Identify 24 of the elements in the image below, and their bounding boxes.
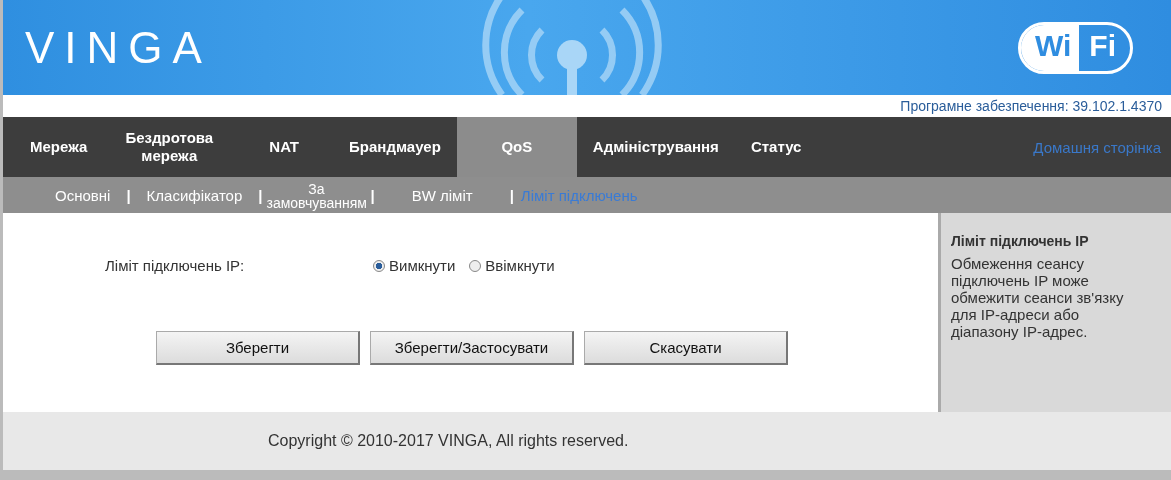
action-button[interactable]: Скасувати [584, 331, 788, 365]
logo: VINGA [25, 22, 212, 73]
separator: | [508, 186, 515, 204]
separator: | [257, 186, 264, 204]
field-label: Ліміт підключень IP: [105, 257, 246, 274]
help-title: Ліміт підключень IP [951, 233, 1090, 249]
radio-label: Ввімкнути [485, 257, 555, 274]
nav-tab[interactable]: Брандмауер [333, 117, 457, 177]
nav-tab[interactable]: Статус [734, 117, 818, 177]
radio-label: Вимкнути [389, 257, 456, 274]
radio-button[interactable] [373, 259, 385, 272]
action-button[interactable]: Зберегти [156, 331, 360, 365]
radio-button[interactable] [469, 259, 482, 272]
action-button[interactable]: Зберегти/Застосувати [370, 331, 574, 365]
nav-tab[interactable]: Бездротова мережа [103, 117, 236, 177]
separator: | [125, 186, 132, 204]
nav-tab[interactable]: Мережа [3, 117, 104, 177]
help-text: Обмеження сеансу підключень IP може обмежити сеанси зв'язку для IP-адреси або діапазону IP-адрес. [951, 255, 1125, 340]
separator: | [369, 186, 376, 204]
nav-tab[interactable]: NAT [235, 117, 334, 177]
copyright-text: Copyright © 2010-2017 VINGA, All rights reserved. [268, 432, 629, 450]
nav-tab[interactable]: Адміністрування [576, 117, 735, 177]
firmware-version: Програмне забезпечення: 39.102.1.4370 [900, 98, 1162, 114]
wifi-badge: Wi Fi [1017, 21, 1133, 74]
